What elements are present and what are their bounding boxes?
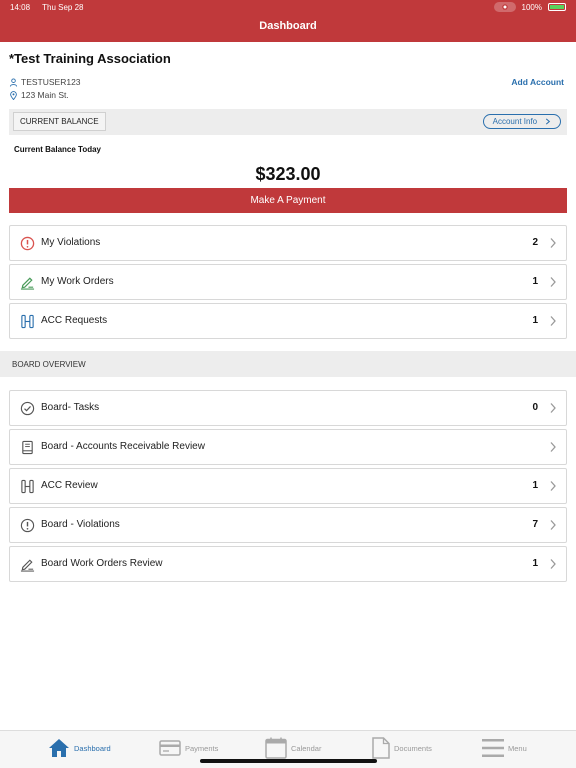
row-label: ACC Requests	[41, 315, 108, 326]
pencil-icon	[20, 277, 35, 290]
account-info-button[interactable]: Account Info	[483, 114, 561, 129]
tab-label: Documents	[394, 743, 432, 753]
tab-label: Calendar	[291, 743, 322, 753]
tab-dashboard[interactable]: Dashboard	[48, 736, 111, 760]
status-bar-left: 14:08 Thu Sep 28	[10, 3, 93, 12]
board-violations-row[interactable]: Board - Violations 7	[9, 507, 567, 543]
chevron-right-icon	[550, 481, 556, 491]
board-tasks-row[interactable]: Board- Tasks 0	[9, 390, 567, 426]
chevron-right-icon	[550, 403, 556, 413]
balance-amount: $323.00	[255, 164, 321, 184]
status-date: Thu Sep 28	[42, 3, 84, 12]
columns-icon	[21, 479, 34, 494]
chevron-right-icon	[550, 442, 556, 452]
association-name: *Test Training Association	[9, 51, 171, 66]
row-count: 1	[532, 480, 538, 491]
add-account-link[interactable]: Add Account	[511, 77, 564, 87]
calendar-icon	[265, 737, 287, 759]
row-count: 1	[532, 558, 538, 569]
account-info-label: Account Info	[492, 117, 538, 126]
tab-calendar[interactable]: Calendar	[265, 736, 321, 760]
row-label: My Violations	[41, 237, 101, 248]
tab-label: Payments	[185, 743, 219, 753]
balance-bar: CURRENT BALANCE Account Info	[9, 109, 567, 135]
chevron-right-icon	[546, 118, 551, 125]
row-count: 1	[532, 276, 538, 287]
tab-payments[interactable]: Payments	[159, 736, 218, 760]
chevron-right-icon	[550, 238, 556, 248]
chevron-right-icon	[550, 316, 556, 326]
address-line: 123 Main St.	[9, 90, 69, 100]
location-pin-icon	[10, 90, 17, 100]
username-line: TESTUSER123	[9, 77, 81, 87]
document-icon	[372, 737, 390, 759]
home-icon	[49, 739, 69, 757]
row-label: My Work Orders	[41, 276, 114, 287]
chevron-right-icon	[550, 559, 556, 569]
tab-label: Dashboard	[74, 743, 111, 753]
menu-icon	[482, 739, 504, 757]
balance-today-label: Current Balance Today	[14, 145, 101, 154]
user-icon	[9, 77, 18, 87]
row-label: ACC Review	[41, 480, 98, 491]
acc-review-row[interactable]: ACC Review 1	[9, 468, 567, 504]
pencil-icon	[20, 559, 35, 572]
battery-percent: 100%	[521, 2, 542, 12]
acc-requests-row[interactable]: ACC Requests 1	[9, 303, 567, 339]
section-title: BOARD OVERVIEW	[12, 360, 86, 369]
row-label: Board - Accounts Receivable Review	[41, 441, 205, 452]
board-ar-review-row[interactable]: Board - Accounts Receivable Review	[9, 429, 567, 465]
status-time: 14:08	[10, 3, 31, 12]
book-icon	[22, 440, 33, 455]
alert-circle-icon	[20, 236, 35, 251]
screen-record-icon	[493, 2, 516, 12]
my-violations-row[interactable]: My Violations 2	[9, 225, 567, 261]
status-bar-right: 100%	[493, 2, 566, 12]
row-count: 0	[532, 402, 538, 413]
alert-circle-icon	[20, 518, 35, 533]
row-label: Board - Violations	[41, 519, 120, 530]
address: 123 Main St.	[21, 90, 69, 100]
row-count: 7	[532, 519, 538, 530]
current-balance-button[interactable]: CURRENT BALANCE	[13, 112, 106, 131]
row-label: Board Work Orders Review	[41, 558, 163, 569]
page-title: Dashboard	[259, 20, 317, 32]
row-count: 1	[532, 315, 538, 326]
make-payment-button[interactable]: Make A Payment	[9, 188, 567, 213]
tab-label: Menu	[508, 743, 527, 753]
home-indicator[interactable]	[200, 759, 377, 763]
columns-icon	[21, 314, 34, 329]
chevron-right-icon	[550, 277, 556, 287]
board-overview-header: BOARD OVERVIEW	[0, 351, 576, 377]
row-count: 2	[532, 237, 538, 248]
battery-icon	[548, 3, 566, 11]
my-work-orders-row[interactable]: My Work Orders 1	[9, 264, 567, 300]
board-work-orders-row[interactable]: Board Work Orders Review 1	[9, 546, 567, 582]
row-label: Board- Tasks	[41, 402, 100, 413]
card-icon	[159, 740, 181, 756]
tab-documents[interactable]: Documents	[372, 736, 432, 760]
tab-menu[interactable]: Menu	[482, 736, 527, 760]
check-circle-icon	[20, 401, 35, 416]
chevron-right-icon	[550, 520, 556, 530]
top-bar: 14:08 Thu Sep 28 100% Dashboard	[0, 0, 576, 42]
username: TESTUSER123	[21, 77, 81, 87]
